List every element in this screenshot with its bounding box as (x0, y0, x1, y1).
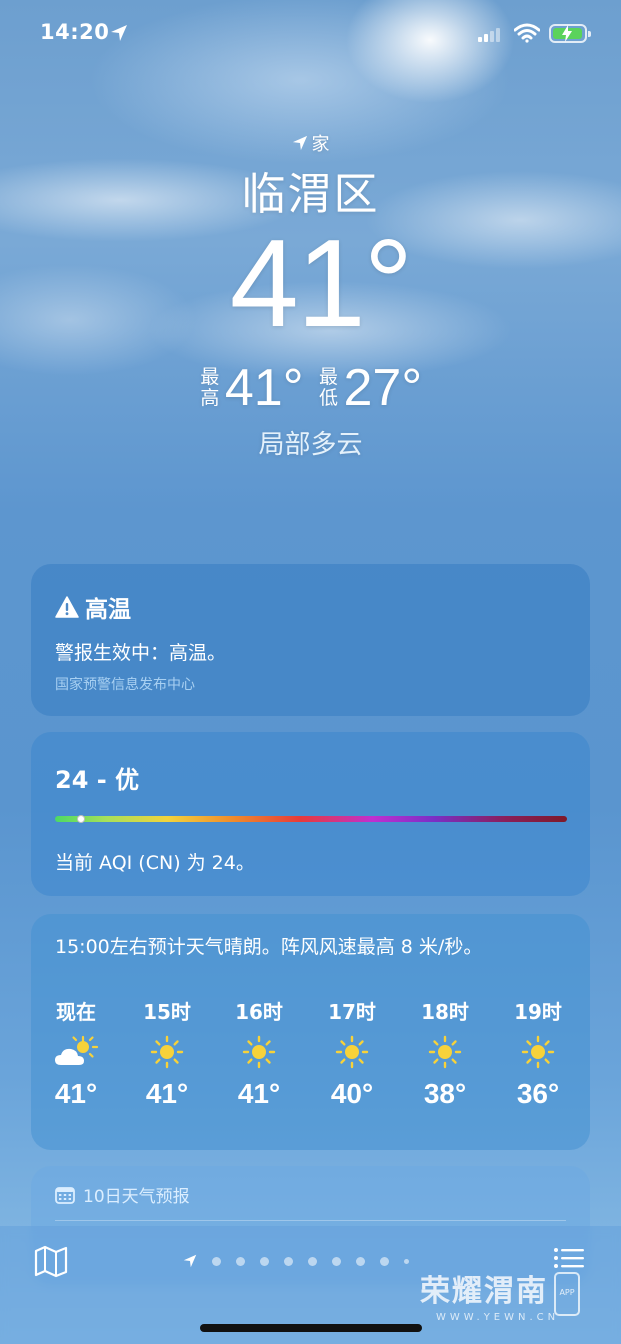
aqi-scale-bar (55, 815, 567, 823)
bottom-toolbar: 荣耀渭南 WWW.YEWN.CN APP (0, 1226, 621, 1344)
watermark-app-badge: APP (554, 1272, 580, 1316)
page-dot (236, 1256, 245, 1266)
hour-item: 18时 38° (405, 996, 485, 1110)
status-time: 14:20 (40, 20, 110, 44)
hour-item: 现在 41° (36, 996, 116, 1110)
high-label: 最高 (200, 366, 220, 409)
watermark-site: WWW.YEWN.CN (436, 1312, 560, 1323)
condition-text: 局部多云 (258, 430, 363, 460)
alert-source[interactable]: 国家预警信息发布中心 (55, 674, 195, 694)
hour-temp: 41° (54, 1078, 98, 1109)
hour-item: 17时 40° (312, 996, 392, 1110)
low-temperature: 最低 27° (318, 358, 423, 418)
aqi-title: 24 - 优 (55, 766, 140, 794)
low-value: 27° (343, 359, 423, 417)
hourly-forecast-card[interactable]: 15:00左右预计天气晴朗。阵风风速最高 8 米/秒。 现在 41° 15时 4… (31, 914, 590, 1150)
hour-temp: 36° (516, 1078, 560, 1109)
hour-time: 15时 (143, 1000, 191, 1024)
hour-temp: 41° (145, 1078, 189, 1109)
location-arrow-icon (111, 25, 127, 41)
hour-item: 19时 36° (498, 996, 578, 1110)
low-label: 最低 (318, 366, 338, 409)
hour-temp: 41° (237, 1078, 281, 1109)
forecast-header: 10日天气预报 (55, 1182, 190, 1207)
alert-body: 警报生效中：高温。 (55, 642, 227, 664)
hourly-summary: 15:00左右预计天气晴朗。阵风风速最高 8 米/秒。 (55, 936, 483, 958)
sun-icon (405, 1026, 485, 1078)
hour-temp: 38° (423, 1078, 467, 1109)
hour-time: 17时 (328, 1000, 376, 1024)
divider (55, 1220, 566, 1221)
alert-title-text: 高温 (85, 597, 131, 623)
sun-icon (127, 1026, 207, 1078)
aqi-indicator-dot (77, 815, 85, 823)
aqi-description: 当前 AQI (CN) 为 24。 (55, 852, 255, 874)
hourly-row[interactable]: 现在 41° 15时 41° 16时 41° 17时 40° 18时 38° 1… (31, 996, 590, 1126)
hour-time: 19时 (514, 1000, 562, 1024)
hour-time: 18时 (421, 1000, 469, 1024)
high-low: 最高 41° 最低 27° (0, 358, 621, 418)
hour-time: 16时 (235, 1000, 283, 1024)
page-dot (260, 1256, 269, 1266)
current-location-page-icon (183, 1254, 197, 1268)
wifi-icon (514, 23, 540, 43)
page-dot (332, 1256, 341, 1266)
status-bar: 14:20 (0, 18, 621, 52)
page-dot (212, 1256, 221, 1266)
partly-sunny-icon (36, 1026, 116, 1078)
page-dot (308, 1256, 317, 1266)
location-header: 家 临渭区 41° 最高 41° 最低 27° 局部多云 (0, 130, 621, 461)
map-icon[interactable] (34, 1244, 68, 1278)
sun-icon (498, 1026, 578, 1078)
battery-icon (549, 24, 591, 43)
hour-time: 现在 (56, 1000, 96, 1024)
hour-temp: 40° (330, 1078, 374, 1109)
current-temperature: 41° (229, 215, 414, 353)
high-temperature: 最高 41° (199, 358, 304, 418)
home-indicator[interactable] (200, 1324, 422, 1332)
city-name: 临渭区 (241, 169, 380, 220)
location-arrow-icon (292, 135, 307, 151)
alert-card[interactable]: 高温 警报生效中：高温。 国家预警信息发布中心 (31, 564, 590, 716)
high-value: 41° (224, 359, 304, 417)
sun-icon (219, 1026, 299, 1078)
page-indicator[interactable] (183, 1254, 409, 1268)
watermark-name: 荣耀渭南 (420, 1274, 548, 1309)
hour-item: 15时 41° (127, 996, 207, 1110)
sun-icon (312, 1026, 392, 1078)
hour-item: 16时 41° (219, 996, 299, 1110)
page-dot (404, 1258, 409, 1264)
home-tag-label: 家 (311, 134, 330, 155)
forecast-title: 10日天气预报 (83, 1187, 190, 1207)
page-dot (356, 1256, 365, 1266)
warning-icon (55, 596, 79, 618)
cellular-signal-icon (478, 26, 504, 42)
page-dot (284, 1256, 293, 1266)
aqi-card[interactable]: 24 - 优 当前 AQI (CN) 为 24。 (31, 732, 590, 896)
page-dot (380, 1256, 389, 1266)
calendar-icon (55, 1186, 75, 1204)
home-tag: 家 (0, 130, 621, 156)
alert-title: 高温 (55, 590, 131, 624)
watermark-logo: 荣耀渭南 WWW.YEWN.CN APP (420, 1266, 580, 1323)
